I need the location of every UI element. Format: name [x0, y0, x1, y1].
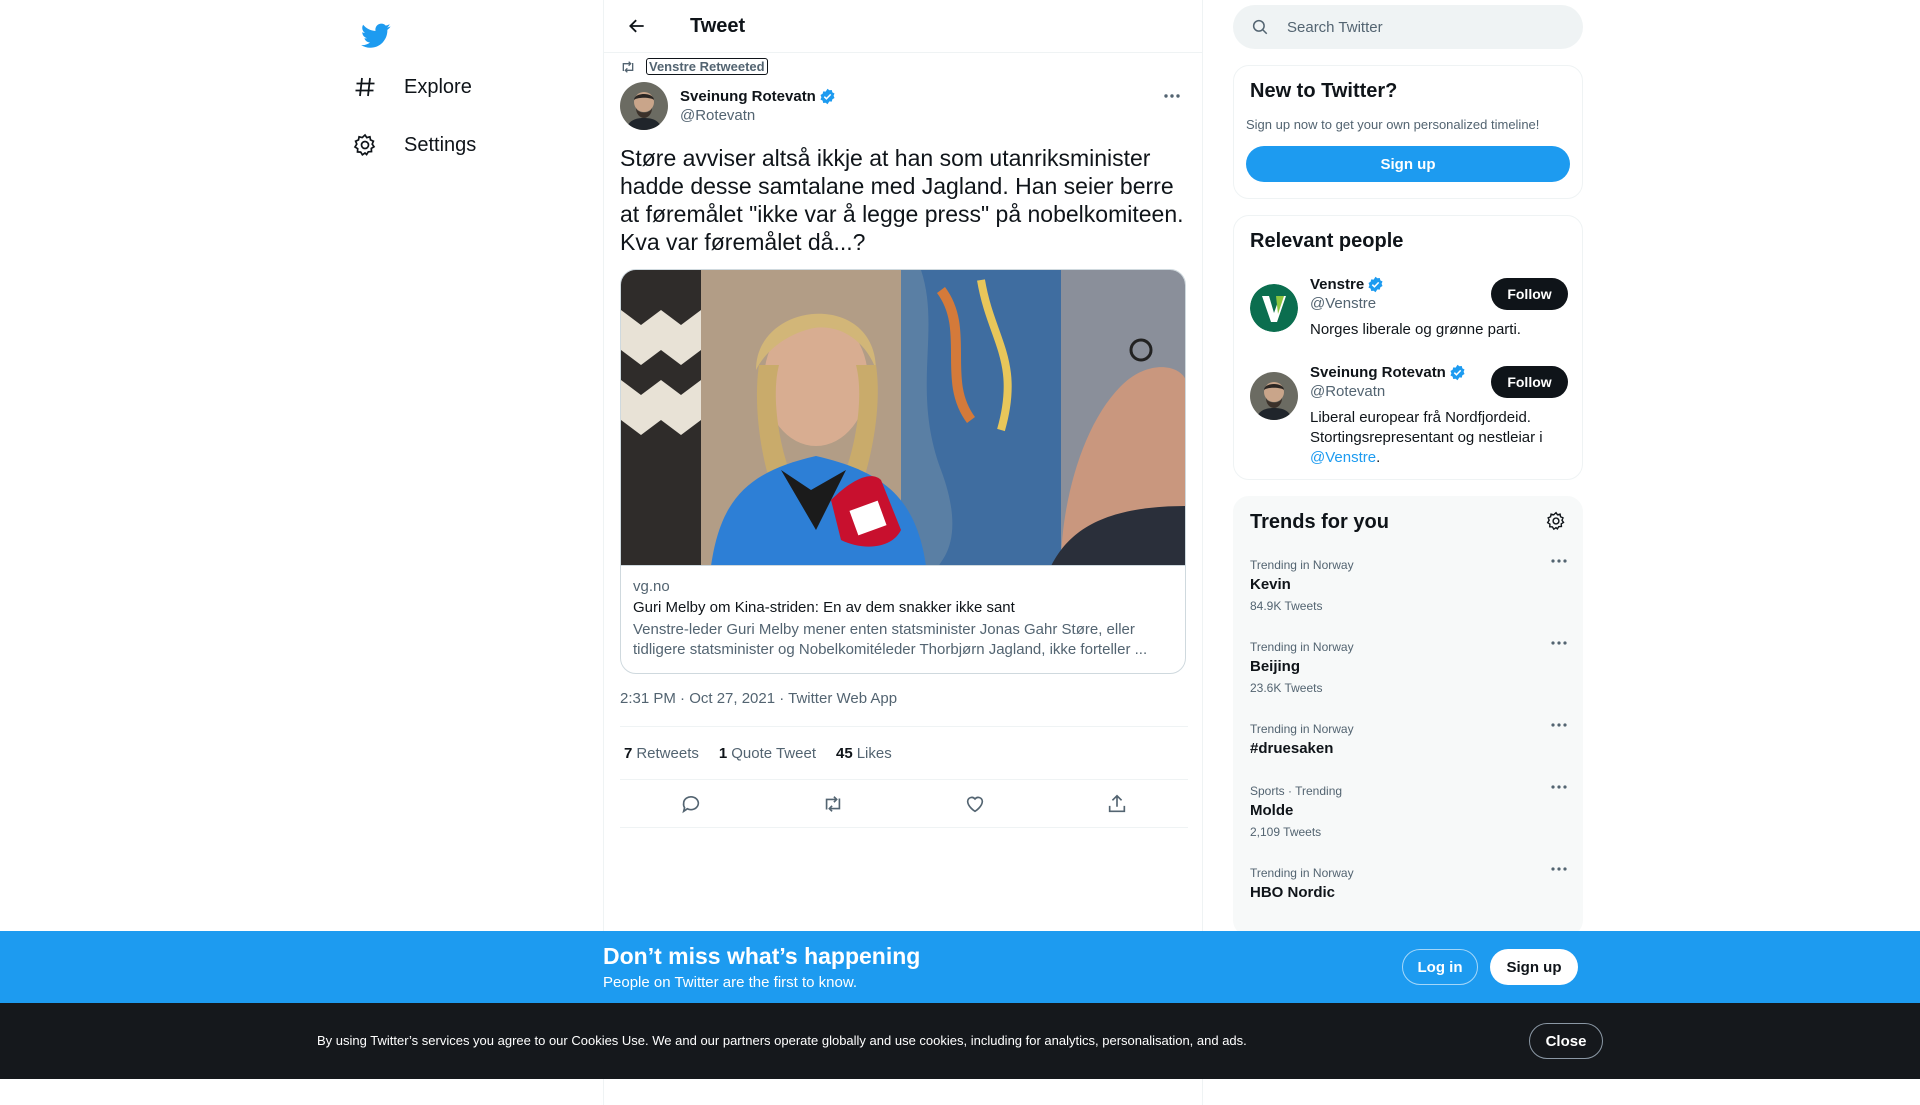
search-input[interactable]: Search Twitter	[1287, 19, 1383, 36]
gear-icon	[350, 130, 380, 160]
sign-up-button[interactable]: Sign up	[1490, 949, 1578, 985]
card-description: Venstre-leder Guri Melby mener enten sta…	[633, 621, 1148, 658]
link-card[interactable]: vg.no Guri Melby om Kina-striden: En av …	[620, 269, 1186, 674]
retweeted-by-link[interactable]: Venstre Retweeted	[646, 58, 768, 75]
nav-item-explore[interactable]: Explore	[350, 62, 472, 112]
cookie-text: By using Twitter’s services you agree to…	[317, 1033, 1247, 1048]
back-arrow-icon[interactable]	[620, 9, 654, 43]
retweets-label: Retweets	[636, 744, 699, 762]
trends-settings-gear-icon[interactable]	[1546, 511, 1566, 531]
trend-name: Molde	[1250, 802, 1294, 819]
like-icon[interactable]	[958, 787, 992, 821]
page-title: Tweet	[690, 14, 746, 37]
trend-count: 2,109 Tweets	[1250, 825, 1322, 839]
reply-icon[interactable]	[674, 787, 708, 821]
more-options-icon[interactable]	[1158, 82, 1186, 110]
sign-up-button[interactable]: Sign up	[1246, 146, 1570, 182]
trend-count: 23.6K Tweets	[1250, 681, 1323, 695]
search-icon	[1251, 18, 1269, 36]
avatar[interactable]	[620, 82, 668, 130]
trend-item[interactable]: Sports · Trending Molde 2,109 Tweets	[1250, 784, 1568, 839]
card-title: Guri Melby om Kina-striden: En av dem sn…	[633, 599, 1015, 616]
more-options-icon[interactable]	[1550, 722, 1568, 728]
trend-item[interactable]: Trending in Norway HBO Nordic	[1250, 866, 1568, 901]
trend-item[interactable]: Trending in Norway #druesaken	[1250, 722, 1568, 757]
twitter-logo-icon[interactable]	[350, 10, 402, 62]
author-name[interactable]: Sveinung Rotevatn	[680, 88, 816, 105]
trend-name: HBO Nordic	[1250, 884, 1336, 901]
person-name[interactable]: Sveinung Rotevatn	[1310, 364, 1446, 381]
new-to-twitter-title: New to Twitter?	[1250, 80, 1398, 102]
quotes-label: Quote Tweet	[731, 744, 816, 762]
more-options-icon[interactable]	[1550, 558, 1568, 564]
retweet-icon[interactable]	[816, 787, 850, 821]
trends-panel: Trends for you Trending in Norway Kevin …	[1233, 496, 1583, 936]
retweet-context: Venstre Retweeted	[620, 58, 768, 75]
verified-badge-icon	[1449, 364, 1466, 381]
bio-mention-link[interactable]: @Venstre	[1310, 449, 1376, 466]
trend-name: Kevin	[1250, 576, 1291, 593]
quotes-count: 1	[718, 744, 728, 762]
more-options-icon[interactable]	[1550, 640, 1568, 646]
relevant-people-panel: Relevant people Venstre @Venstre Norges …	[1233, 215, 1583, 480]
quotes-stat[interactable]: 1 Quote Tweet	[719, 745, 816, 762]
likes-count: 45	[836, 744, 853, 762]
trend-context: Trending in Norway	[1250, 558, 1354, 572]
cookie-bar: By using Twitter’s services you agree to…	[0, 1003, 1920, 1079]
tweet-actions	[620, 780, 1188, 828]
retweets-stat[interactable]: 7 Retweets	[624, 745, 699, 762]
verified-badge-icon	[819, 88, 836, 105]
avatar[interactable]	[1250, 372, 1298, 420]
person-bio: Liberal europear frå Nordfjordeid. Stort…	[1310, 408, 1568, 468]
banner-subtitle: People on Twitter are the first to know.	[603, 974, 858, 991]
trend-context: Trending in Norway	[1250, 722, 1354, 736]
author-handle[interactable]: @Rotevatn	[680, 107, 836, 124]
person-bio-end: .	[1376, 449, 1381, 466]
card-domain: vg.no	[633, 578, 670, 595]
verified-badge-icon	[1367, 276, 1384, 293]
search-bar[interactable]: Search Twitter	[1233, 5, 1583, 49]
follow-button[interactable]: Follow	[1491, 278, 1568, 310]
trend-item[interactable]: Trending in Norway Kevin 84.9K Tweets	[1250, 558, 1568, 613]
more-options-icon[interactable]	[1550, 784, 1568, 790]
signup-banner: Don’t miss what’s happening People on Tw…	[0, 931, 1920, 1003]
nav-label-explore: Explore	[404, 75, 472, 98]
trend-item[interactable]: Trending in Norway Beijing 23.6K Tweets	[1250, 640, 1568, 695]
tweet-author: Sveinung Rotevatn @Rotevatn	[620, 82, 836, 130]
retweets-count: 7	[624, 744, 633, 762]
trend-context: Trending in Norway	[1250, 640, 1354, 654]
trend-name: Beijing	[1250, 658, 1301, 675]
trend-count: 84.9K Tweets	[1250, 599, 1323, 613]
person-name[interactable]: Venstre	[1310, 276, 1364, 293]
trends-title: Trends for you	[1250, 511, 1389, 533]
close-button[interactable]: Close	[1529, 1023, 1603, 1059]
person-bio: Norges liberale og grønne parti.	[1310, 321, 1521, 338]
follow-button[interactable]: Follow	[1491, 366, 1568, 398]
trend-context: Sports · Trending	[1250, 784, 1343, 798]
log-in-button[interactable]: Log in	[1402, 949, 1478, 985]
tweet-header: Tweet	[604, 0, 1202, 53]
banner-title: Don’t miss what’s happening	[603, 943, 921, 969]
trend-name: #druesaken	[1250, 740, 1334, 757]
tweet-text: Støre avviser altså ikkje at han som uta…	[620, 145, 1184, 255]
person-bio-text: Liberal europear frå Nordfjordeid. Stort…	[1310, 409, 1543, 446]
new-to-twitter-subtitle: Sign up now to get your own personalized…	[1246, 117, 1540, 132]
retweet-small-icon	[620, 59, 636, 75]
likes-label: Likes	[856, 744, 892, 762]
trend-context: Trending in Norway	[1250, 866, 1354, 880]
share-icon[interactable]	[1100, 787, 1134, 821]
tweet-stats: 7 Retweets 1 Quote Tweet 45 Likes	[620, 726, 1188, 780]
new-to-twitter-panel: New to Twitter? Sign up now to get your …	[1233, 65, 1583, 199]
relevant-people-title: Relevant people	[1250, 230, 1404, 252]
nav-item-settings[interactable]: Settings	[350, 120, 476, 170]
more-options-icon[interactable]	[1550, 866, 1568, 872]
tweet-timestamp[interactable]: 2:31 PM · Oct 27, 2021 · Twitter Web App	[620, 690, 897, 707]
card-image	[621, 270, 1185, 566]
hashtag-icon	[350, 72, 380, 102]
avatar[interactable]	[1250, 284, 1298, 332]
likes-stat[interactable]: 45 Likes	[836, 745, 892, 762]
nav-label-settings: Settings	[404, 133, 477, 156]
